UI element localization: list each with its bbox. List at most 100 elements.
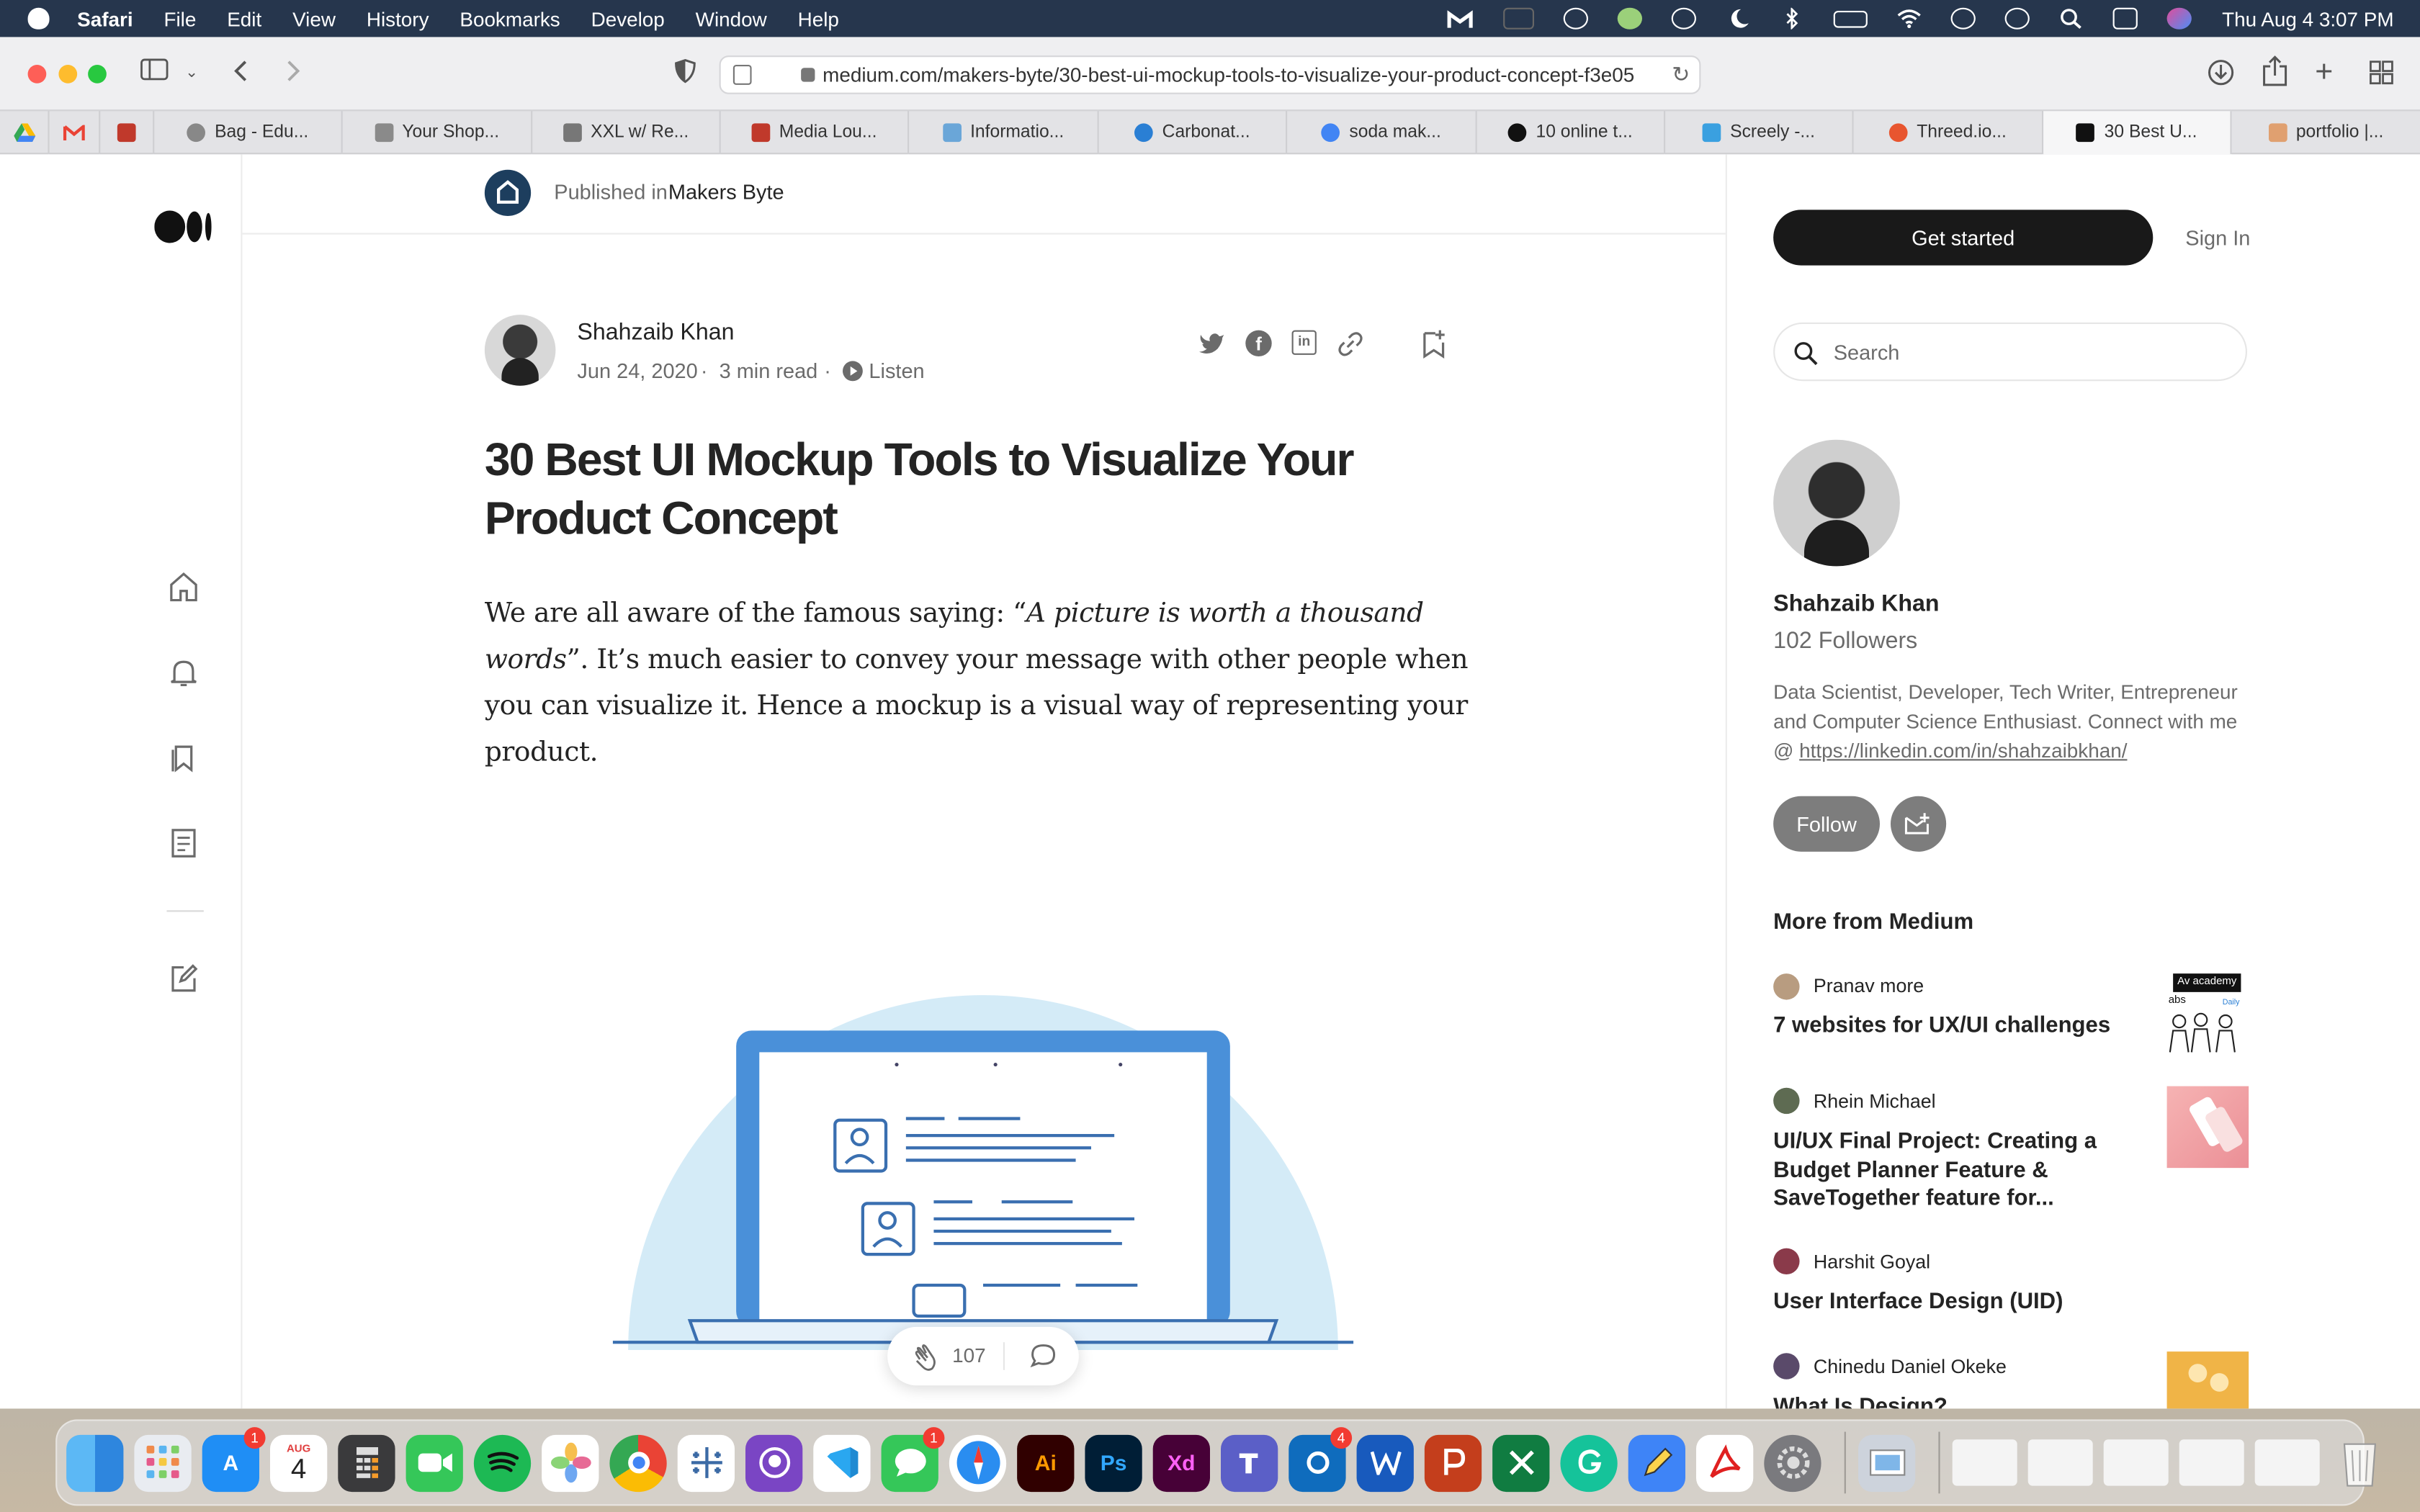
- tab-3[interactable]: XXL w/ Re...: [532, 111, 721, 155]
- battery-icon[interactable]: [1833, 9, 1868, 27]
- stories-icon[interactable]: [169, 827, 200, 866]
- spotlight-search-icon[interactable]: [2058, 8, 2083, 30]
- menu-edit[interactable]: Edit: [227, 7, 261, 30]
- vscode-icon[interactable]: [813, 1434, 871, 1492]
- chevron-down-icon[interactable]: ⌄: [185, 58, 198, 89]
- malwarebytes-icon[interactable]: [1446, 8, 1474, 30]
- tab-8[interactable]: 10 online t...: [1477, 111, 1666, 155]
- notifications-bell-icon[interactable]: [169, 657, 200, 696]
- downloads-icon[interactable]: [2207, 58, 2235, 95]
- back-icon[interactable]: [231, 58, 250, 92]
- adobe-xd-icon[interactable]: Xd: [1152, 1434, 1210, 1492]
- screen-record-icon[interactable]: [1502, 7, 1534, 30]
- address-bar[interactable]: medium.com/makers-byte/30-best-ui-mockup…: [719, 55, 1701, 94]
- menu-app-safari[interactable]: Safari: [77, 7, 133, 30]
- recommended-author[interactable]: Rhein Michael: [1814, 1091, 1936, 1112]
- app-store-icon[interactable]: A1: [202, 1426, 266, 1492]
- acrobat-icon[interactable]: [1696, 1434, 1754, 1492]
- comment-icon[interactable]: [1029, 1342, 1057, 1377]
- reader-view-icon[interactable]: [732, 65, 752, 85]
- recommended-story-title[interactable]: 7 websites for UX/UI challenges: [1773, 1012, 2120, 1041]
- new-tab-icon[interactable]: +: [2315, 57, 2333, 88]
- clap-icon[interactable]: [912, 1342, 943, 1381]
- tab-7[interactable]: soda mak...: [1287, 111, 1477, 155]
- author-avatar[interactable]: [484, 315, 556, 386]
- recommended-author[interactable]: Pranav more: [1814, 975, 1924, 996]
- calendar-icon[interactable]: AUG 4: [270, 1434, 328, 1492]
- menu-view[interactable]: View: [292, 7, 336, 30]
- sidebar-toggle-icon[interactable]: [140, 58, 169, 89]
- tab-active-medium[interactable]: 30 Best U...: [2043, 111, 2232, 155]
- get-started-button[interactable]: Get started: [1773, 210, 2154, 266]
- copy-link-icon[interactable]: [1337, 330, 1365, 366]
- zoom-window-button[interactable]: [88, 65, 107, 84]
- time-machine-icon[interactable]: [2004, 7, 2030, 30]
- outlook-icon[interactable]: 4: [1289, 1426, 1353, 1492]
- trash-icon[interactable]: [2331, 1434, 2388, 1491]
- author-avatar-small[interactable]: [1773, 1248, 1800, 1274]
- play-icon[interactable]: [843, 361, 863, 382]
- search-input[interactable]: Search: [1773, 322, 2247, 382]
- messages-icon[interactable]: 1: [881, 1426, 945, 1492]
- makers-byte-logo-icon[interactable]: [484, 169, 532, 216]
- tab-12[interactable]: portfolio |...: [2232, 111, 2420, 154]
- tableau-icon[interactable]: [677, 1434, 735, 1492]
- safari-icon[interactable]: [949, 1434, 1007, 1492]
- save-bookmark-icon[interactable]: [1420, 328, 1448, 367]
- menu-file[interactable]: File: [163, 7, 196, 30]
- pinned-tab-news[interactable]: [100, 111, 155, 155]
- google-tray-icon[interactable]: [1671, 7, 1696, 30]
- minimized-window-thumbnail[interactable]: [2254, 1439, 2320, 1486]
- calculator-icon[interactable]: [338, 1434, 395, 1492]
- tab-9[interactable]: Screely -...: [1665, 111, 1854, 155]
- menu-history[interactable]: History: [367, 7, 429, 30]
- tab-1[interactable]: Bag - Edu...: [154, 111, 343, 155]
- control-center-icon[interactable]: [2112, 7, 2138, 30]
- recommended-author[interactable]: Harshit Goyal: [1814, 1251, 1930, 1273]
- user-account-icon[interactable]: [1950, 7, 1976, 30]
- bluetooth-icon[interactable]: [1779, 6, 1803, 30]
- preview-icon[interactable]: [1858, 1434, 1916, 1492]
- author-name-link[interactable]: Shahzaib Khan: [577, 320, 734, 346]
- photos-icon[interactable]: [542, 1434, 599, 1492]
- menu-bookmarks[interactable]: Bookmarks: [460, 7, 560, 30]
- recommended-story-title[interactable]: User Interface Design (UID): [1773, 1288, 2174, 1317]
- sign-in-link[interactable]: Sign In: [2185, 227, 2250, 250]
- wifi-icon[interactable]: [1896, 8, 1921, 30]
- author-profile-photo[interactable]: [1773, 439, 1900, 567]
- tab-5[interactable]: Informatio...: [909, 111, 1099, 155]
- share-icon[interactable]: [2262, 55, 2287, 96]
- tab-10[interactable]: Threed.io...: [1854, 111, 2044, 155]
- linkedin-profile-link[interactable]: https://linkedin.com/in/shahzaibkhan/: [1799, 739, 2127, 762]
- minimized-window-thumbnail[interactable]: [2027, 1439, 2093, 1486]
- teams-icon[interactable]: [1221, 1434, 1278, 1492]
- system-preferences-icon[interactable]: [1764, 1434, 1821, 1492]
- story-thumbnail[interactable]: Av academy abs Daily: [2166, 972, 2249, 1054]
- siri-icon[interactable]: [2166, 7, 2192, 30]
- minimized-window-thumbnail[interactable]: [2179, 1439, 2244, 1486]
- tab-4[interactable]: Media Lou...: [721, 111, 910, 155]
- close-window-button[interactable]: [27, 65, 47, 84]
- chrome-icon[interactable]: [609, 1434, 667, 1492]
- reload-icon[interactable]: ↻: [1672, 62, 1690, 88]
- menu-window[interactable]: Window: [696, 7, 767, 30]
- powerpoint-icon[interactable]: [1424, 1434, 1482, 1492]
- illustrator-icon[interactable]: Ai: [1017, 1434, 1075, 1492]
- minimize-window-button[interactable]: [58, 65, 78, 84]
- tab-6[interactable]: Carbonat...: [1099, 111, 1288, 155]
- pinned-tab-gmail[interactable]: [50, 111, 101, 155]
- follow-button[interactable]: Follow: [1773, 796, 1880, 852]
- finder-icon[interactable]: [66, 1434, 124, 1492]
- linkedin-icon[interactable]: in: [1291, 330, 1317, 355]
- menu-help[interactable]: Help: [798, 7, 839, 30]
- story-thumbnail[interactable]: [2166, 1086, 2249, 1169]
- minimized-window-thumbnail[interactable]: [1952, 1439, 2017, 1486]
- listen-button[interactable]: Listen: [869, 359, 924, 382]
- pencil-app-icon[interactable]: [1628, 1434, 1685, 1492]
- facetime-icon[interactable]: [405, 1434, 463, 1492]
- moon-icon[interactable]: [1725, 8, 1749, 30]
- story-thumbnail[interactable]: [2166, 1351, 2249, 1409]
- author-avatar-small[interactable]: [1773, 973, 1800, 1000]
- word-icon[interactable]: [1356, 1434, 1414, 1492]
- apple-menu-icon[interactable]: [27, 7, 50, 30]
